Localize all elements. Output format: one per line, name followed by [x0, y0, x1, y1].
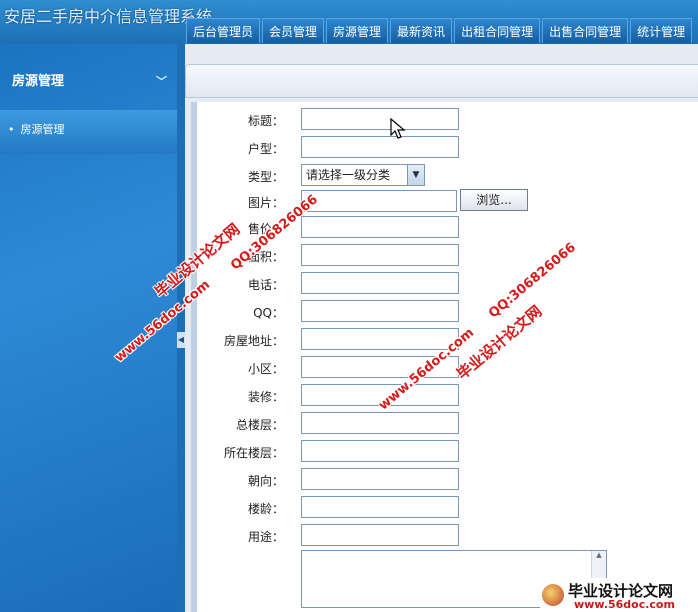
qq-input[interactable]	[301, 300, 459, 322]
community-label: 小区：	[247, 362, 284, 376]
image-path-input[interactable]	[301, 190, 457, 212]
layout-label: 户型：	[247, 142, 284, 156]
browse-button[interactable]: 浏览...	[460, 189, 528, 211]
phone-input[interactable]	[301, 272, 459, 294]
type-select[interactable]: 请选择一级分类 ▼	[301, 164, 425, 186]
row-image: 图片： 浏览...	[197, 189, 697, 212]
row-total-floors: 总楼层：	[197, 412, 697, 434]
sidebar-item-label: 房源管理	[20, 123, 65, 136]
row-area: 面积：	[197, 244, 697, 266]
qq-label: QQ：	[253, 306, 284, 320]
total-floors-label: 总楼层：	[235, 418, 284, 432]
orientation-input[interactable]	[301, 468, 459, 490]
address-input[interactable]	[301, 328, 459, 350]
area-input[interactable]	[301, 244, 459, 266]
sidebar-splitter: ◀	[177, 44, 185, 612]
usage-input[interactable]	[301, 524, 459, 546]
sidebar-title: 房源管理 ﹀	[0, 66, 177, 98]
type-label: 类型：	[247, 170, 284, 184]
double-chevron-down-icon[interactable]: ﹀	[156, 66, 167, 98]
row-layout: 户型：	[197, 136, 697, 158]
scroll-up-icon[interactable]: ▲	[592, 551, 606, 563]
row-usage: 用途：	[197, 524, 697, 546]
row-decoration: 装修：	[197, 384, 697, 406]
nav-rental-contracts[interactable]: 出租合同管理	[454, 18, 541, 43]
nav-statistics[interactable]: 统计管理	[630, 18, 693, 43]
decoration-label: 装修：	[247, 390, 284, 404]
row-phone: 电话：	[197, 272, 697, 294]
main-panel-header	[185, 64, 698, 98]
image-label: 图片：	[247, 196, 284, 210]
globe-icon	[542, 584, 564, 606]
title-input[interactable]	[301, 108, 459, 130]
usage-label: 用途：	[247, 530, 284, 544]
row-qq: QQ：	[197, 300, 697, 322]
top-nav: 后台管理员 会员管理 房源管理 最新资讯 出租合同管理 出售合同管理 统计管理	[184, 18, 693, 44]
sidebar-title-text: 房源管理	[12, 74, 65, 89]
total-floors-input[interactable]	[301, 412, 459, 434]
layout-input[interactable]	[301, 136, 459, 158]
nav-news[interactable]: 最新资讯	[390, 18, 453, 43]
app-header: 安居二手房中介信息管理系统 后台管理员 会员管理 房源管理 最新资讯 出租合同管…	[0, 0, 698, 44]
row-age: 楼龄：	[197, 496, 697, 518]
row-title: 标题：	[197, 108, 697, 130]
row-type: 类型： 请选择一级分类 ▼	[197, 164, 697, 186]
chevron-down-icon[interactable]: ▼	[407, 165, 424, 185]
watermark-logo-url: www.56doc.com	[574, 598, 675, 611]
type-select-value: 请选择一级分类	[306, 168, 391, 182]
sidebar-item-listings[interactable]: • 房源管理	[0, 110, 177, 154]
nav-listings[interactable]: 房源管理	[326, 18, 389, 43]
age-input[interactable]	[301, 496, 459, 518]
nav-sale-contracts[interactable]: 出售合同管理	[542, 18, 629, 43]
row-orientation: 朝向：	[197, 468, 697, 490]
address-label: 房屋地址：	[223, 334, 284, 348]
title-label: 标题：	[247, 114, 284, 128]
nav-admin[interactable]: 后台管理员	[186, 18, 261, 43]
mouse-pointer-icon	[390, 118, 406, 139]
main-panel: 标题： 户型： 类型： 请选择一级分类 ▼ 图片： 浏览... 售价： 面积：	[185, 44, 698, 612]
phone-label: 电话：	[247, 278, 284, 292]
age-label: 楼龄：	[247, 502, 284, 516]
nav-members[interactable]: 会员管理	[262, 18, 325, 43]
row-floor: 所在楼层：	[197, 440, 697, 462]
price-input[interactable]	[301, 216, 459, 238]
watermark-logo: 毕业设计论文网 www.56doc.com	[540, 578, 698, 612]
orientation-label: 朝向：	[247, 474, 284, 488]
collapse-left-icon[interactable]: ◀	[177, 332, 185, 348]
floor-label: 所在楼层：	[223, 446, 284, 460]
floor-input[interactable]	[301, 440, 459, 462]
bullet-icon: •	[8, 123, 15, 136]
